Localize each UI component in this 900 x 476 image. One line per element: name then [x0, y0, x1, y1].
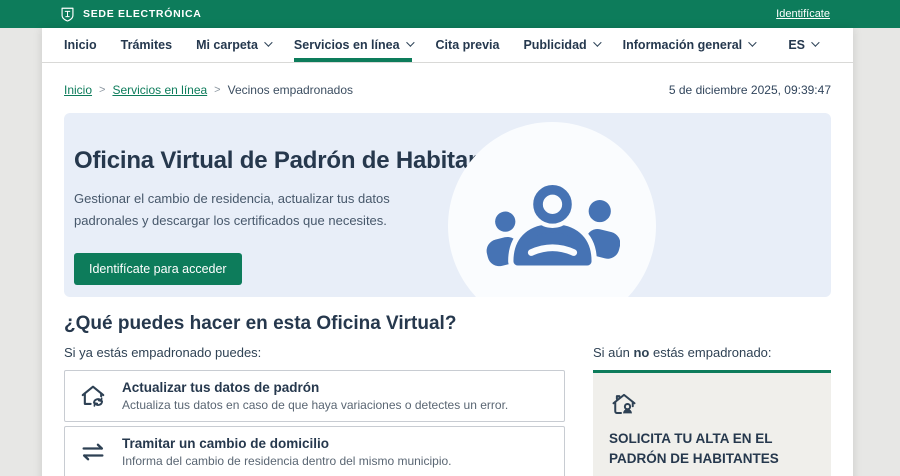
breadcrumb: Inicio > Servicios en línea > Vecinos em… [64, 83, 353, 97]
breadcrumb-link-inicio[interactable]: Inicio [64, 83, 92, 97]
nav-item-label: Mi carpeta [196, 38, 258, 52]
card-title: Tramitar un cambio de domicilio [122, 436, 452, 451]
home-user-icon [609, 390, 815, 420]
nav-item-label: Trámites [121, 38, 172, 52]
identify-access-button[interactable]: Identifícate para acceder [74, 253, 242, 285]
nav-item-informacion-general[interactable]: Información general [623, 28, 754, 62]
section-title: ¿Qué puedes hacer en esta Oficina Virtua… [64, 313, 831, 335]
page-container: Inicio Trámites Mi carpeta Servicios en … [42, 28, 853, 476]
chevron-down-icon [406, 38, 414, 46]
datetime-display: 5 de diciembre 2025, 09:39:47 [669, 83, 831, 97]
page-viewport: SEDE ELECTRÓNICA Identifícate Inicio Trá… [0, 0, 900, 476]
not-registered-column: Si aún no estás empadronado: [593, 345, 831, 476]
nav-item-label: Inicio [64, 38, 97, 52]
chevron-down-icon [811, 38, 819, 46]
chevron-down-icon [264, 38, 272, 46]
breadcrumb-current: Vecinos empadronados [228, 83, 353, 97]
card-cambio-domicilio[interactable]: Tramitar un cambio de domicilio Informa … [64, 426, 565, 476]
card-actualizar-datos[interactable]: Actualizar tus datos de padrón Actualiza… [64, 370, 565, 422]
nav-item-mi-carpeta[interactable]: Mi carpeta [196, 28, 270, 62]
breadcrumb-separator: > [99, 84, 105, 96]
nav-item-label: Servicios en línea [294, 38, 400, 52]
breadcrumb-row: Inicio > Servicios en línea > Vecinos em… [64, 83, 831, 97]
top-bar: SEDE ELECTRÓNICA Identifícate [0, 0, 900, 28]
card-text: Tramitar un cambio de domicilio Informa … [122, 436, 452, 468]
language-label: ES [788, 38, 805, 52]
card-text: Actualizar tus datos de padrón Actualiza… [122, 380, 508, 412]
chevron-down-icon [748, 38, 756, 46]
brand-title: SEDE ELECTRÓNICA [83, 8, 202, 20]
registered-column: Si ya estás empadronado puedes: [64, 345, 565, 476]
right-card-title: SOLICITA TU ALTA EN EL PADRÓN DE HABITAN… [609, 429, 815, 470]
breadcrumb-link-servicios[interactable]: Servicios en línea [112, 83, 207, 97]
language-selector[interactable]: ES [788, 28, 817, 62]
registered-intro: Si ya estás empadronado puedes: [64, 345, 565, 360]
intro-text: Si aún [593, 345, 633, 360]
nav-item-label: Publicidad [523, 38, 586, 52]
brand: SEDE ELECTRÓNICA [60, 6, 202, 23]
card-solicita-alta[interactable]: SOLICITA TU ALTA EN EL PADRÓN DE HABITAN… [593, 370, 831, 476]
content-area: Inicio > Servicios en línea > Vecinos em… [42, 83, 853, 476]
swap-arrows-icon [79, 438, 109, 466]
nav-item-tramites[interactable]: Trámites [121, 28, 172, 62]
nav-item-label: Información general [623, 38, 742, 52]
breadcrumb-separator: > [214, 84, 220, 96]
hero-description: Gestionar el cambio de residencia, actua… [74, 188, 454, 232]
nav-item-publicidad[interactable]: Publicidad [523, 28, 598, 62]
people-group-icon [485, 182, 620, 271]
nav-item-servicios-en-linea[interactable]: Servicios en línea [294, 28, 412, 62]
shield-crest-icon [60, 6, 75, 23]
identify-link[interactable]: Identifícate [776, 8, 830, 20]
main-nav: Inicio Trámites Mi carpeta Servicios en … [42, 28, 853, 63]
options-columns: Si ya estás empadronado puedes: [64, 345, 831, 476]
hero-title: Oficina Virtual de Padrón de Habitantes [74, 147, 831, 175]
not-registered-intro: Si aún no estás empadronado: [593, 345, 831, 360]
card-description: Informa del cambio de residencia dentro … [122, 454, 452, 468]
hero-banner: Oficina Virtual de Padrón de Habitantes … [64, 113, 831, 297]
intro-bold: no [633, 345, 649, 360]
intro-text: estás empadronado: [649, 345, 771, 360]
card-title: Actualizar tus datos de padrón [122, 380, 508, 395]
card-description: Actualiza tus datos en caso de que haya … [122, 398, 508, 412]
nav-item-cita-previa[interactable]: Cita previa [436, 28, 500, 62]
chevron-down-icon [593, 38, 601, 46]
nav-item-inicio[interactable]: Inicio [64, 28, 97, 62]
nav-item-label: Cita previa [436, 38, 500, 52]
house-sync-icon [79, 382, 109, 410]
